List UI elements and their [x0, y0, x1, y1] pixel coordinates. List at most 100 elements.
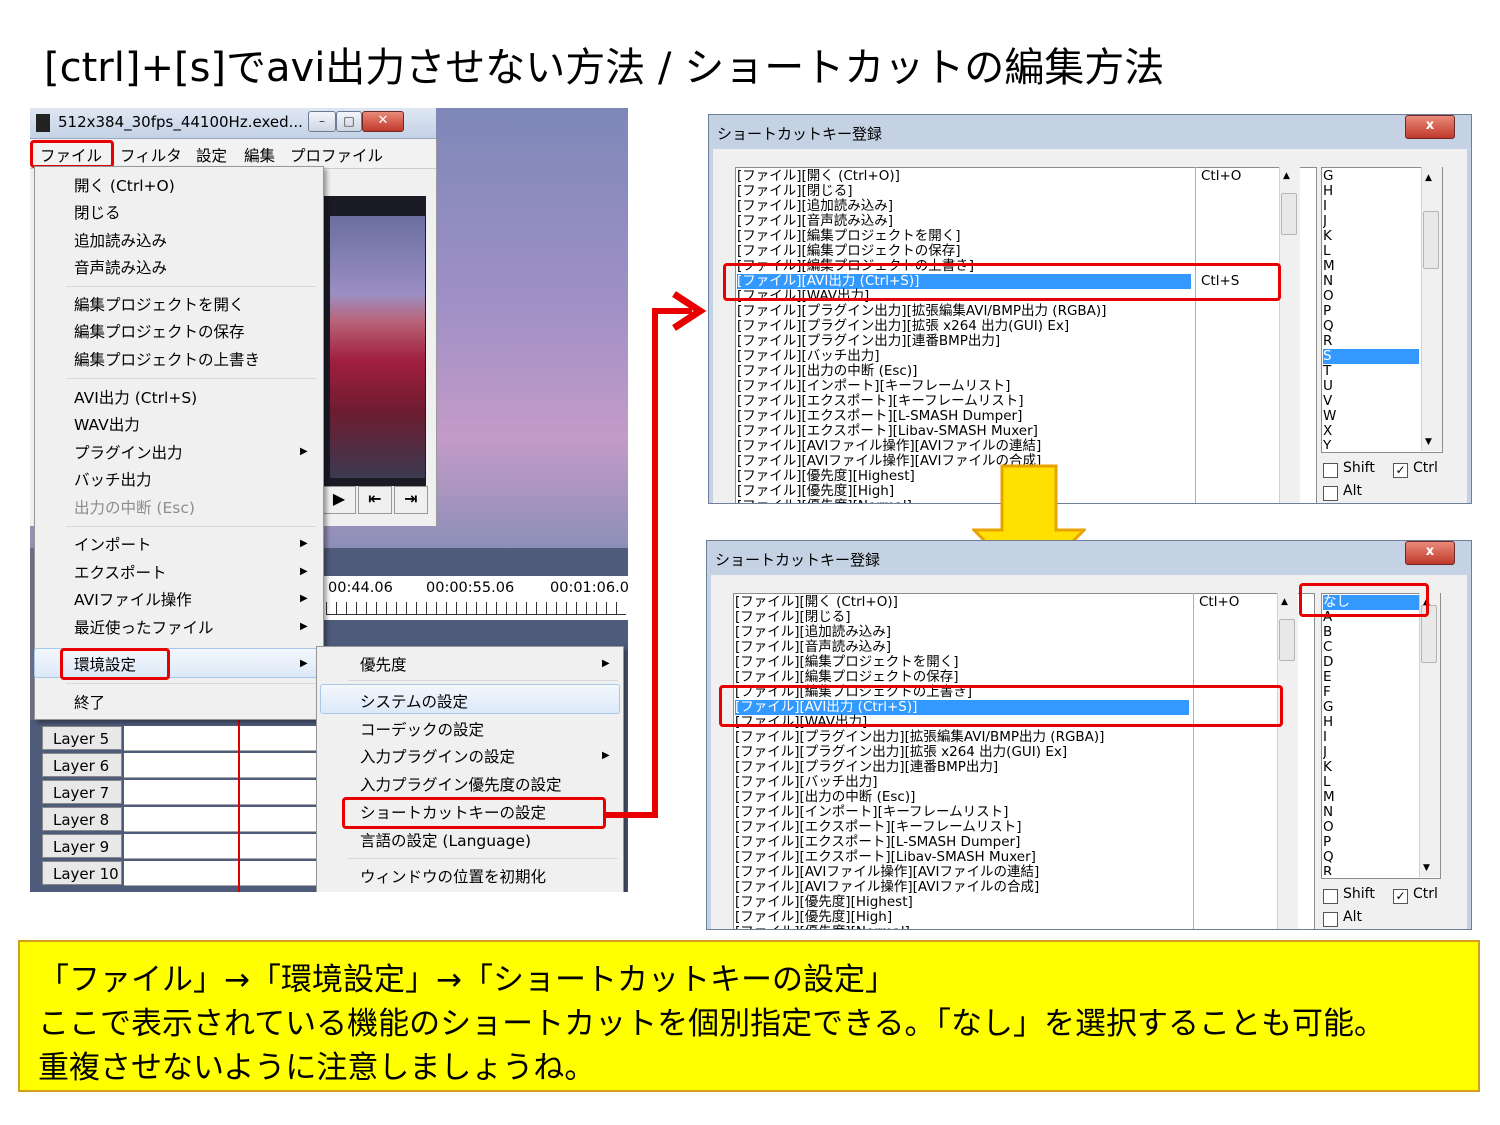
command-item[interactable]: [ファイル][プラグイン出力][拡張編集AVI/BMP出力 (RGBA)]	[737, 304, 1106, 319]
key-item[interactable]: F	[1323, 685, 1419, 700]
key-item[interactable]: R	[1323, 334, 1419, 349]
scroll-down-icon[interactable]: ▼	[1425, 437, 1432, 447]
submenu-item-codec[interactable]: コーデックの設定	[360, 718, 484, 740]
shift-checkbox[interactable]	[1323, 889, 1338, 904]
command-item[interactable]: [ファイル][プラグイン出力][連番BMP出力]	[737, 334, 1000, 349]
key-item[interactable]: H	[1323, 715, 1419, 730]
command-item[interactable]: [ファイル][追加読み込み]	[735, 625, 891, 640]
command-item[interactable]: [ファイル][エクスポート][L-SMASH Dumper]	[735, 835, 1020, 850]
command-item[interactable]: [ファイル][プラグイン出力][拡張 x264 出力(GUI) Ex]	[735, 745, 1067, 760]
menu-item-open[interactable]: 開く (Ctrl+O)	[74, 174, 175, 196]
command-item[interactable]: [ファイル][編集プロジェクトを開く]	[737, 229, 961, 244]
submenu-item-language[interactable]: 言語の設定 (Language)	[360, 829, 531, 851]
layer-lane[interactable]	[124, 807, 320, 832]
dialog-close-button[interactable]: x	[1405, 541, 1455, 565]
key-item[interactable]: G	[1323, 169, 1419, 184]
submenu-item-reset-window[interactable]: ウィンドウの位置を初期化	[360, 865, 546, 887]
layer-lane[interactable]	[124, 753, 320, 778]
maximize-button[interactable]: □	[336, 111, 362, 132]
key-item[interactable]: K	[1323, 760, 1419, 775]
layer-lane[interactable]	[124, 861, 320, 886]
key-item[interactable]: P	[1323, 304, 1419, 319]
menu-item-avi-output[interactable]: AVI出力 (Ctrl+S)	[74, 386, 197, 408]
key-item[interactable]: H	[1323, 184, 1419, 199]
key-item[interactable]: O	[1323, 289, 1419, 304]
command-item[interactable]: [ファイル][優先度][High]	[737, 484, 894, 499]
layer-lane[interactable]	[124, 780, 320, 805]
key-item[interactable]: G	[1323, 700, 1419, 715]
key-item[interactable]: B	[1323, 625, 1419, 640]
key-item[interactable]: I	[1323, 199, 1419, 214]
menu-item-avi-file-ops[interactable]: AVIファイル操作	[74, 588, 192, 610]
scrollbar-thumb[interactable]	[1423, 211, 1439, 269]
key-item[interactable]: M	[1323, 259, 1419, 274]
scroll-down-icon[interactable]: ▼	[1423, 863, 1430, 873]
ctrl-checkbox[interactable]: ✓	[1393, 463, 1408, 478]
shift-checkbox[interactable]	[1323, 463, 1338, 478]
next-frame-icon[interactable]: ⇥	[394, 486, 428, 514]
command-item[interactable]: [ファイル][優先度][Highest]	[737, 469, 915, 484]
command-item[interactable]: [ファイル][AVIファイル操作][AVIファイルの連結]	[737, 439, 1041, 454]
command-item[interactable]: [ファイル][音声読み込み]	[735, 640, 891, 655]
key-item[interactable]: N	[1323, 805, 1419, 820]
key-item[interactable]: W	[1323, 409, 1419, 424]
command-item[interactable]: [ファイル][編集プロジェクトの保存]	[737, 244, 961, 259]
key-item[interactable]: S	[1323, 349, 1419, 364]
key-item[interactable]: U	[1323, 379, 1419, 394]
layer-label[interactable]: Layer 8	[42, 807, 122, 831]
key-item[interactable]: Q	[1323, 850, 1419, 865]
alt-checkbox[interactable]	[1323, 486, 1338, 501]
menu-item-audio[interactable]: 音声読み込み	[74, 256, 167, 278]
scroll-up-icon[interactable]: ▲	[1281, 597, 1288, 607]
command-item[interactable]: [ファイル][AVIファイル操作][AVIファイルの連結]	[735, 865, 1039, 880]
command-item[interactable]: [ファイル][追加読み込み]	[737, 199, 893, 214]
key-item[interactable]: J	[1323, 745, 1419, 760]
key-item[interactable]: V	[1323, 394, 1419, 409]
layer-label[interactable]: Layer 9	[42, 834, 122, 858]
key-item[interactable]: T	[1323, 364, 1419, 379]
menu-edit[interactable]: 編集	[244, 144, 275, 166]
menu-item-close[interactable]: 閉じる	[74, 201, 121, 223]
command-item[interactable]: [ファイル][閉じる]	[737, 184, 853, 199]
key-item[interactable]: L	[1323, 775, 1419, 790]
command-item[interactable]: [ファイル][プラグイン出力][拡張 x264 出力(GUI) Ex]	[737, 319, 1069, 334]
layer-label[interactable]: Layer 7	[42, 780, 122, 804]
ctrl-checkbox[interactable]: ✓	[1393, 889, 1408, 904]
command-item[interactable]: [ファイル][エクスポート][キーフレームリスト]	[735, 820, 1021, 835]
command-item[interactable]: [ファイル][インポート][キーフレームリスト]	[735, 805, 1008, 820]
minimize-button[interactable]: –	[308, 111, 336, 132]
dialog-close-button[interactable]: x	[1405, 115, 1455, 139]
key-item[interactable]: P	[1323, 835, 1419, 850]
key-item[interactable]: Y	[1323, 439, 1419, 450]
menu-filter[interactable]: フィルタ	[120, 144, 182, 166]
submenu-item-input-priority[interactable]: 入力プラグイン優先度の設定	[360, 773, 562, 795]
menu-item-import[interactable]: インポート	[74, 533, 152, 555]
key-item[interactable]: J	[1323, 214, 1419, 229]
menu-profile[interactable]: プロファイル	[290, 144, 383, 166]
command-item[interactable]: [ファイル][エクスポート][L-SMASH Dumper]	[737, 409, 1022, 424]
command-item[interactable]: [ファイル][開く (Ctrl+O)]	[735, 595, 898, 610]
command-item[interactable]: [ファイル][優先度][Highest]	[735, 895, 913, 910]
menu-item-overwrite-project[interactable]: 編集プロジェクトの上書き	[74, 348, 260, 370]
key-item[interactable]: M	[1323, 790, 1419, 805]
menu-item-open-project[interactable]: 編集プロジェクトを開く	[74, 293, 245, 315]
scroll-up-icon[interactable]: ▲	[1283, 171, 1290, 181]
menu-item-batch-output[interactable]: バッチ出力	[74, 468, 152, 490]
key-item[interactable]: D	[1323, 655, 1419, 670]
command-item[interactable]: [ファイル][出力の中断 (Esc)]	[737, 364, 917, 379]
prev-frame-icon[interactable]: ⇤	[358, 486, 392, 514]
menu-item-recent-files[interactable]: 最近使ったファイル	[74, 616, 214, 638]
command-item[interactable]: [ファイル][バッチ出力]	[737, 349, 880, 364]
menu-item-append[interactable]: 追加読み込み	[74, 229, 167, 251]
menu-item-export[interactable]: エクスポート	[74, 561, 167, 583]
key-item[interactable]: N	[1323, 274, 1419, 289]
menu-settings[interactable]: 設定	[196, 144, 227, 166]
key-item[interactable]: X	[1323, 424, 1419, 439]
command-item[interactable]: [ファイル][優先度][Normal]	[735, 925, 910, 930]
key-item[interactable]: K	[1323, 229, 1419, 244]
key-item[interactable]: C	[1323, 640, 1419, 655]
key-item[interactable]: O	[1323, 820, 1419, 835]
layer-lane[interactable]	[124, 726, 320, 751]
command-item[interactable]: [ファイル][インポート][キーフレームリスト]	[737, 379, 1010, 394]
menu-item-exit[interactable]: 終了	[74, 691, 105, 713]
